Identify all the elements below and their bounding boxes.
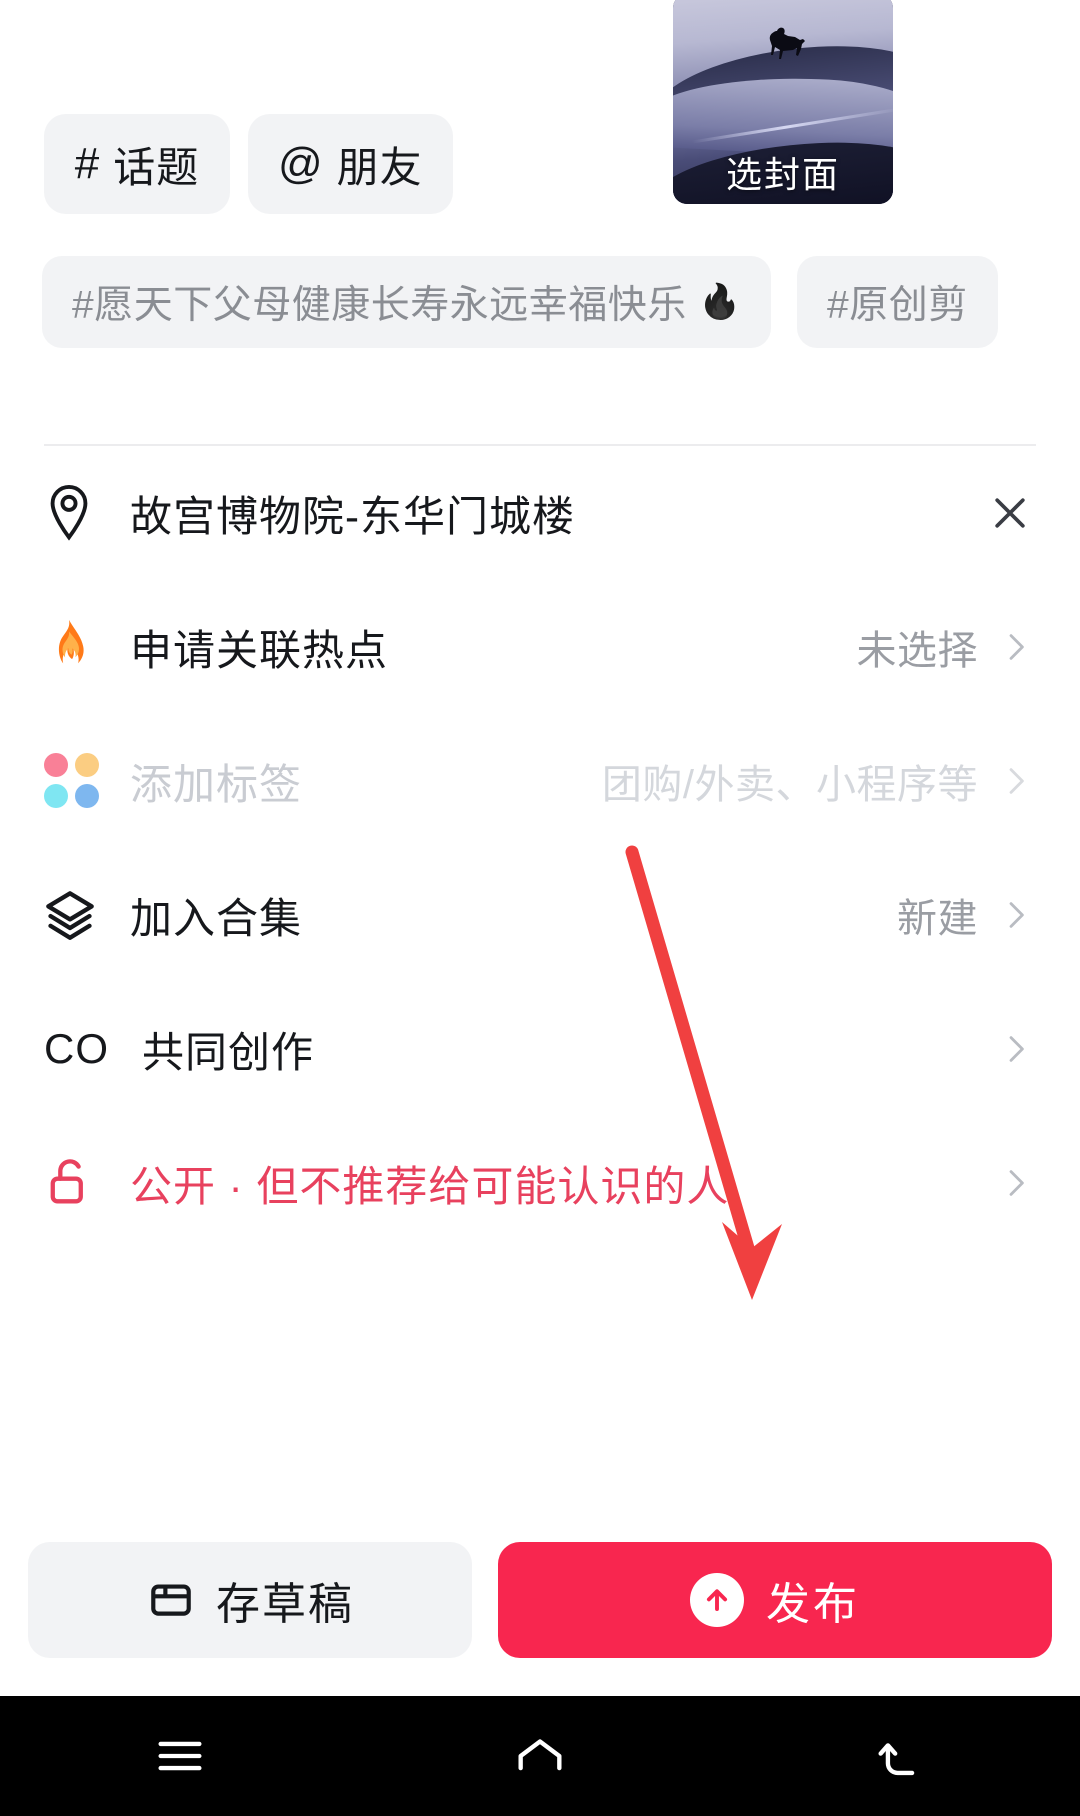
row-co-creation-label: 共同创作 [142, 1028, 315, 1076]
row-collection[interactable]: 加入合集 新建 [0, 848, 1080, 982]
tag-suggestion-scroller[interactable]: #愿天下父母健康长寿永远幸福快乐 🔥 #原创剪 [0, 252, 1080, 352]
co-icon: CO [44, 1025, 109, 1072]
close-icon[interactable] [984, 491, 1036, 535]
save-draft-label: 存草稿 [216, 1580, 354, 1629]
chevron-right-icon [996, 630, 1036, 664]
four-dots-icon [44, 749, 108, 813]
chip-topic-label: 话题 [113, 143, 200, 191]
chip-friend-label: 朋友 [336, 143, 423, 191]
chevron-right-icon [996, 898, 1036, 932]
row-location[interactable]: 故宫博物院-东华门城楼 [0, 446, 1080, 580]
row-privacy-label: 公开 · 但不推荐给可能认识的人 [130, 1162, 730, 1210]
row-collection-value: 新建 [897, 897, 978, 941]
arrow-up-circle-icon [690, 1573, 744, 1627]
tag-suggestion-0-text: #愿天下父母健康长寿永远幸福快乐 [72, 284, 687, 327]
dot-blue [75, 784, 99, 808]
unlock-icon [44, 1151, 108, 1215]
layers-icon [44, 883, 108, 947]
row-add-tag[interactable]: 添加标签 团购/外卖、小程序等 [0, 714, 1080, 848]
dot-pink [44, 753, 68, 777]
flame-icon [44, 615, 108, 679]
row-add-tag-label: 添加标签 [130, 760, 303, 808]
at-icon: @ [278, 139, 323, 188]
row-hotspot[interactable]: 申请关联热点 未选择 [0, 580, 1080, 714]
publish-screen: # 话题 @ 朋友 选封面 #愿天下父母健康长寿永远幸福快乐 🔥 #原创剪 故宫… [0, 0, 1080, 1816]
chip-topic[interactable]: # 话题 [44, 114, 230, 214]
row-privacy[interactable]: 公开 · 但不推荐给可能认识的人 [0, 1116, 1080, 1250]
dot-cyan [44, 784, 68, 808]
draft-box-icon [146, 1573, 196, 1628]
chevron-right-icon [996, 1032, 1036, 1066]
android-navigation-bar [0, 1696, 1080, 1816]
option-rows: 故宫博物院-东华门城楼 申请关联热点 未选择 添加标签 团购/外卖、小程序等 加… [0, 446, 1080, 1250]
home-icon[interactable] [460, 1696, 620, 1816]
back-icon[interactable] [820, 1696, 980, 1816]
cover-label: 选封面 [725, 154, 840, 195]
location-pin-icon [44, 481, 108, 545]
action-bar: 存草稿 发布 [0, 1530, 1080, 1670]
quick-insert-chips: # 话题 @ 朋友 [0, 112, 660, 216]
publish-label: 发布 [766, 1580, 860, 1629]
row-co-creation[interactable]: CO 共同创作 [0, 982, 1080, 1116]
row-location-label: 故宫博物院-东华门城楼 [130, 492, 575, 540]
fire-icon: 🔥 [698, 283, 742, 321]
hash-icon: # [74, 139, 100, 188]
cover-thumbnail[interactable]: 选封面 [673, 0, 893, 204]
row-hotspot-label: 申请关联热点 [130, 626, 389, 674]
menu-icon[interactable] [100, 1696, 260, 1816]
tag-suggestion-1[interactable]: #原创剪 [797, 256, 998, 348]
dot-orange [75, 753, 99, 777]
tag-suggestion-0[interactable]: #愿天下父母健康长寿永远幸福快乐 🔥 [42, 256, 772, 348]
save-draft-button[interactable]: 存草稿 [28, 1542, 472, 1658]
tag-suggestion-1-text: #原创剪 [827, 284, 968, 327]
row-collection-label: 加入合集 [130, 894, 303, 942]
chevron-right-icon [996, 764, 1036, 798]
chevron-right-icon [996, 1166, 1036, 1200]
four-dots-grid [44, 753, 100, 809]
row-hotspot-value: 未选择 [856, 629, 978, 673]
row-add-tag-value: 团购/外卖、小程序等 [601, 763, 978, 807]
publish-button[interactable]: 发布 [498, 1542, 1052, 1658]
chip-friend[interactable]: @ 朋友 [248, 114, 453, 214]
horse-rider-icon [769, 28, 805, 60]
